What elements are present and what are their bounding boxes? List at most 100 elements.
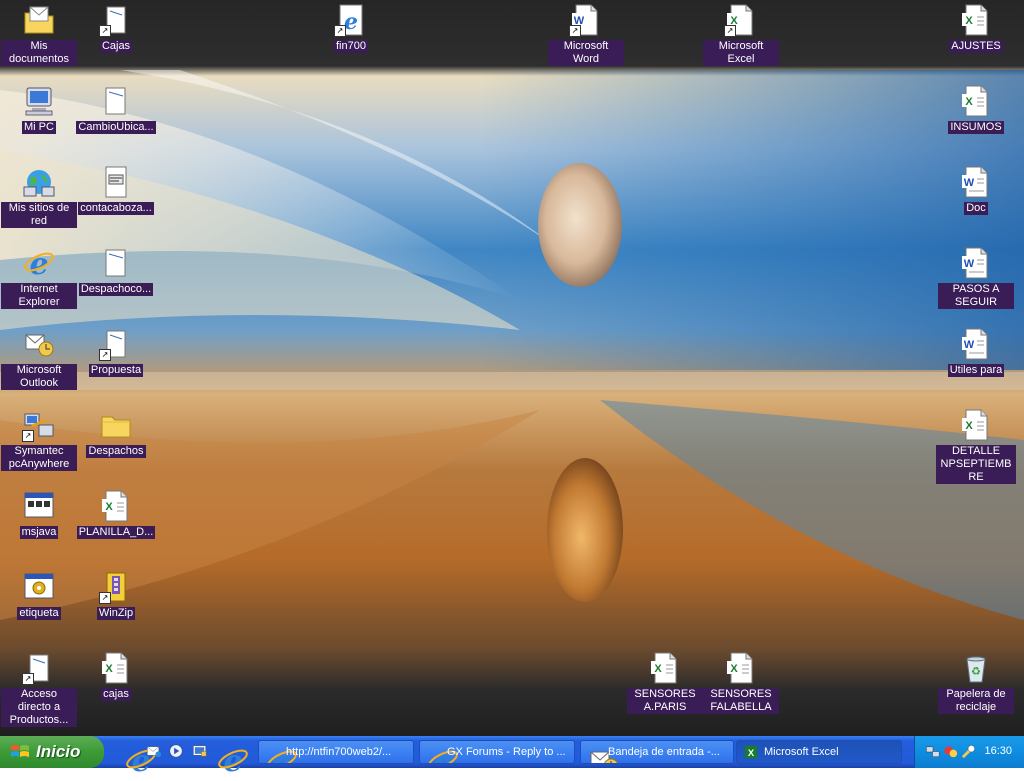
taskbar-button-label: Bandeja de entrada -... (608, 746, 720, 758)
desktop-icon-label: Microsoft Word (548, 40, 624, 66)
svg-text:W: W (964, 339, 975, 351)
desktop-icon-planilla-d[interactable]: X PLANILLA_D... (76, 489, 156, 539)
desktop-icon-cajas[interactable]: Xcajas (78, 651, 154, 701)
desktop-icon-label: WinZip (96, 607, 136, 620)
desktop-icon-microsoft-outlook[interactable]: Microsoft Outlook (1, 327, 77, 390)
desktop-icon-label: etiqueta (17, 607, 61, 620)
desktop[interactable]: Mis documentos ↗ Cajas e ↗ fin700 W ↗ Microsoft … (0, 0, 1024, 736)
desktop-icon-mis-documentos[interactable]: Mis documentos (1, 3, 77, 66)
desktop-icon-acceso-directo-a-productos[interactable]: ↗ Acceso directo a Productos... (1, 651, 77, 727)
network-places-icon (22, 165, 56, 199)
desktop-icon-symantec-pcanywhere[interactable]: ↗ Symantec pcAnywhere (1, 408, 77, 471)
desktop-icon-label: PASOS A SEGUIR (938, 283, 1014, 309)
desktop-icon-label: Despachos (86, 445, 146, 458)
svg-text:X: X (654, 663, 662, 675)
excel-shortcut-icon: X ↗ (724, 3, 758, 37)
shortcut-arrow-icon: ↗ (334, 25, 346, 37)
excel-file-icon: X (724, 651, 758, 685)
desktop-icon-fin700[interactable]: e ↗ fin700 (313, 3, 389, 53)
desktop-icon-insumos[interactable]: X INSUMOS (938, 84, 1014, 134)
taskbar-button-label: Microsoft Excel (764, 746, 839, 758)
desktop-icon-pasos-a-seguir[interactable]: W PASOS A SEGUIR (938, 246, 1014, 309)
desktop-icon-label: msjava (19, 526, 59, 539)
desktop-icon-internet-explorer[interactable]: e Internet Explorer (1, 246, 77, 309)
desktop-icon-label: Symantec pcAnywhere (1, 445, 77, 471)
tool-icon[interactable] (961, 744, 977, 760)
start-button[interactable]: Inicio (0, 736, 104, 768)
svg-text:e: e (223, 744, 242, 777)
taskbar-button-bandeja-de-entrada[interactable]: Bandeja de entrada -... (580, 740, 734, 764)
shortcut-arrow-icon: ↗ (99, 592, 111, 604)
taskbar-button-http-ntfin700web2[interactable]: e http://ntfin700web2/... (258, 740, 414, 764)
start-label: Inicio (36, 742, 81, 761)
desktop-icon-detalle-npseptiembre[interactable]: X DETALLE NPSEPTIEMBRE (936, 408, 1016, 484)
svg-text:X: X (105, 501, 113, 513)
desktop-icon-label: INSUMOS (948, 121, 1004, 134)
shortcut-file-icon: ↗ (22, 651, 56, 685)
desktop-icon-mi-pc[interactable]: Mi PC (1, 84, 77, 134)
desktop-icon-winzip[interactable]: ↗ WinZip (78, 570, 154, 620)
generic-file-icon (99, 84, 133, 118)
desktop-icon-label: Mis sitios de red (1, 202, 77, 228)
desktop-icon-label: Internet Explorer (1, 283, 77, 309)
desktop-icon-papelera-de-reciclaje[interactable]: ♻ Papelera de reciclaje (938, 651, 1014, 714)
taskbar-button-microsoft-excel[interactable]: X Microsoft Excel (736, 740, 902, 764)
antivirus-icon[interactable] (943, 744, 959, 760)
svg-text:X: X (105, 663, 113, 675)
network-icon[interactable] (925, 744, 941, 760)
ie-icon: e (265, 744, 297, 763)
computer-icon (22, 84, 56, 118)
word-shortcut-icon: W ↗ (569, 3, 603, 37)
quick-launch-show-desktop-icon[interactable] (192, 743, 210, 761)
desktop-icon-sensores-falabella[interactable]: X SENSORES FALABELLA (703, 651, 779, 714)
desktop-icon-ajustes[interactable]: X AJUSTES (938, 3, 1014, 53)
shortcut-arrow-icon: ↗ (724, 25, 736, 37)
excel-file-icon: X (959, 3, 993, 37)
desktop-icon-doc[interactable]: W Doc (938, 165, 1014, 215)
shortcut-arrow-icon: ↗ (22, 673, 34, 685)
desktop-icon-sensores-a-paris[interactable]: X SENSORES A.PARIS (627, 651, 703, 714)
taskbar-button-gx-forums-reply-to[interactable]: e GX Forums - Reply to ... (419, 740, 575, 764)
desktop-icon-mis-sitios-de-red[interactable]: Mis sitios de red (1, 165, 77, 228)
quick-launch-ie-icon[interactable]: e (216, 743, 248, 779)
shortcut-file-icon: ↗ (99, 327, 133, 361)
desktop-icon-label: DETALLE NPSEPTIEMBRE (936, 445, 1016, 484)
clock[interactable]: 16:30 (984, 745, 1012, 757)
desktop-icon-label: Mi PC (22, 121, 56, 134)
desktop-icon-msjava[interactable]: msjava (1, 489, 77, 539)
desktop-icon-propuesta[interactable]: ↗ Propuesta (78, 327, 154, 377)
recycle-bin-icon: ♻ (959, 651, 993, 685)
desktop-icon-label: SENSORES A.PARIS (627, 688, 703, 714)
desktop-icon-label: Doc (964, 202, 988, 215)
desktop-icon-label: Cajas (99, 40, 133, 53)
shortcut-arrow-icon: ↗ (569, 25, 581, 37)
desktop-icon-despachos[interactable]: Despachos (78, 408, 154, 458)
outlook-icon (587, 744, 618, 763)
desktop-icon-label: Papelera de reciclaje (938, 688, 1014, 714)
svg-text:♻: ♻ (971, 665, 981, 678)
shortcut-file-icon: ↗ (99, 3, 133, 37)
desktop-icon-label: contacaboza... (78, 202, 154, 215)
desktop-icon-contacaboza[interactable]: contacaboza... (78, 165, 154, 215)
desktop-icon-label: SENSORES FALABELLA (703, 688, 779, 714)
word-file-icon: W (959, 327, 993, 361)
desktop-icon-etiqueta[interactable]: etiqueta (1, 570, 77, 620)
svg-text:X: X (965, 420, 973, 432)
windows-logo-icon (11, 745, 29, 757)
desktop-icon-label: CambioUbica... (76, 121, 156, 134)
quick-launch-ie-icon[interactable]: e (124, 743, 156, 779)
svg-text:X: X (748, 747, 755, 758)
desktop-icon-label: Microsoft Outlook (1, 364, 77, 390)
desktop-icon-label: fin700 (334, 40, 368, 53)
desktop-icon-cambioubica[interactable]: CambioUbica... (76, 84, 156, 134)
desktop-icon-cajas[interactable]: ↗ Cajas (78, 3, 154, 53)
quick-launch-media-player-icon[interactable] (168, 743, 186, 761)
desktop-icon-utiles-para[interactable]: W Utiles para (938, 327, 1014, 377)
desktop-icon-microsoft-excel[interactable]: X ↗ Microsoft Excel (703, 3, 779, 66)
excel-file-icon: X (648, 651, 682, 685)
desktop-icon-microsoft-word[interactable]: W ↗ Microsoft Word (548, 3, 624, 66)
quick-launch-outlook-express-icon[interactable] (146, 743, 164, 761)
ie-icon: e (426, 744, 458, 763)
ie-icon: e (22, 246, 56, 282)
desktop-icon-despachoco[interactable]: Despachoco... (78, 246, 154, 296)
